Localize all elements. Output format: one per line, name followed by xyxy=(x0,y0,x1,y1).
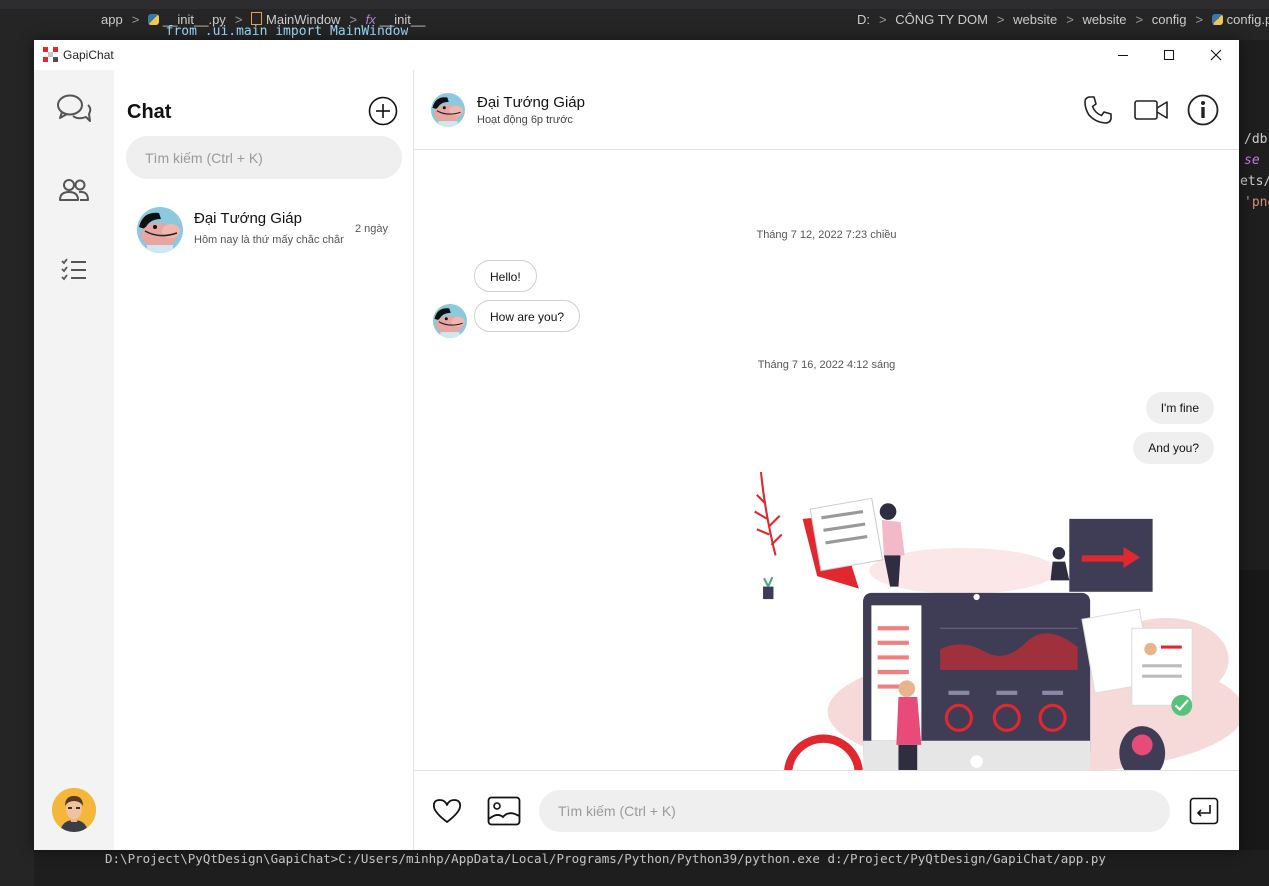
contact-avatar-image xyxy=(137,207,183,253)
ide-breadcrumb-right[interactable]: D: > CÔNG TY DOM > website > website > confi… xyxy=(857,12,1269,27)
profile-avatar[interactable] xyxy=(52,788,96,832)
enter-icon xyxy=(1189,797,1219,825)
ide-side-code-2: se xyxy=(1244,153,1260,168)
maximize-button[interactable] xyxy=(1146,40,1192,70)
conversation-preview: Hôm nay là thứ mấy chắc chắn xyxy=(194,234,344,246)
close-icon xyxy=(1210,49,1222,61)
nav-tasks-button[interactable] xyxy=(54,250,94,290)
dashboard-illustration xyxy=(754,472,1239,770)
crumb-drive[interactable]: D: xyxy=(857,12,870,27)
nav-rail xyxy=(34,70,114,850)
chat-list-panel: Chat Đại Tướng Giáp xyxy=(114,70,414,850)
crumb-company[interactable]: CÔNG TY DOM xyxy=(895,12,988,27)
video-call-button[interactable] xyxy=(1134,93,1168,127)
crumb-config-file[interactable]: config.py xyxy=(1227,12,1269,27)
crumb-website[interactable]: website xyxy=(1013,12,1057,27)
message-input[interactable] xyxy=(539,790,1170,832)
ide-code-line: from .ui.main import MainWindow xyxy=(150,24,409,38)
message-timestamp: Tháng 7 16, 2022 4:12 sáng xyxy=(757,359,896,371)
image-icon xyxy=(487,796,521,826)
contact-avatar xyxy=(137,207,183,253)
video-icon xyxy=(1134,100,1168,120)
contact-avatar-image xyxy=(433,304,467,338)
window-title: GapiChat xyxy=(63,48,114,62)
chat-list-title: Chat xyxy=(127,101,172,123)
voice-call-button[interactable] xyxy=(1081,93,1115,127)
header-contact-status: Hoạt động 6p trước xyxy=(477,114,573,126)
message-bubble-incoming[interactable]: How are you? xyxy=(474,300,581,332)
user-avatar xyxy=(52,788,96,832)
header-contact-name: Đại Tướng Giáp xyxy=(477,94,585,111)
conversation-info-button[interactable] xyxy=(1186,93,1220,127)
crumb-config[interactable]: config xyxy=(1152,12,1187,27)
checklist-icon xyxy=(61,258,86,281)
ide-panel xyxy=(1240,570,1269,886)
chat-bubbles-icon xyxy=(57,94,92,122)
crumb-app[interactable]: app xyxy=(101,12,123,27)
ide-right-editor xyxy=(1240,40,1269,570)
conversation-time: 2 ngày xyxy=(355,223,389,235)
ide-tab-strip xyxy=(0,0,1269,9)
conversation-list-item[interactable]: Đại Tướng Giáp Hôm nay là thứ mấy chắc c… xyxy=(114,196,413,266)
message-bubble-incoming[interactable]: Hello! xyxy=(474,260,537,292)
users-icon xyxy=(59,179,89,201)
gapichat-window: GapiChat Chat Tìm kiếm (Ctrl + K) Đại Tư… xyxy=(34,40,1239,850)
app-logo-icon xyxy=(43,47,58,62)
message-composer xyxy=(414,770,1239,851)
send-image-button[interactable] xyxy=(486,793,522,829)
maximize-icon xyxy=(1164,50,1174,60)
terminal-command: D:\Project\PyQtDesign\GapiChat>C:/Users/… xyxy=(105,851,1106,866)
ide-side-code-3: ets/( xyxy=(1240,174,1269,189)
chat-search-input[interactable] xyxy=(126,136,402,179)
message-sender-avatar xyxy=(433,304,467,338)
header-contact-avatar[interactable] xyxy=(431,93,465,127)
info-icon xyxy=(1187,94,1219,126)
crumb-website-sub[interactable]: website xyxy=(1082,12,1126,27)
message-bubble-outgoing[interactable]: And you? xyxy=(1133,432,1214,464)
nav-contacts-button[interactable] xyxy=(54,170,94,210)
minimize-button[interactable] xyxy=(1100,40,1146,70)
plus-circle-icon xyxy=(368,96,398,126)
conversation-name: Đại Tướng Giáp xyxy=(194,210,302,227)
ide-side-code-4: 'png xyxy=(1244,195,1269,210)
ide-side-code-1: /db xyxy=(1244,132,1268,147)
close-button[interactable] xyxy=(1193,40,1239,70)
message-bubble-outgoing[interactable]: I'm fine xyxy=(1145,392,1214,424)
message-timestamp: Tháng 7 12, 2022 7:23 chiều xyxy=(756,229,897,241)
contact-avatar-image xyxy=(431,93,465,127)
title-bar: GapiChat xyxy=(34,40,1239,70)
message-list: Tháng 7 12, 2022 7:23 chiều Hello! How a… xyxy=(414,150,1239,770)
nav-chat-button[interactable] xyxy=(54,90,94,130)
phone-icon xyxy=(1084,96,1112,124)
new-chat-button[interactable] xyxy=(368,96,398,126)
like-button[interactable] xyxy=(429,793,465,829)
python-file-icon xyxy=(1211,14,1223,25)
heart-icon xyxy=(432,799,462,823)
conversation-header: Đại Tướng Giáp Hoạt động 6p trước xyxy=(414,70,1239,150)
minimize-icon xyxy=(1118,55,1128,56)
conversation-panel: Đại Tướng Giáp Hoạt động 6p trước Tháng … xyxy=(414,70,1239,850)
ide-left-gutter xyxy=(0,40,34,886)
send-button[interactable] xyxy=(1186,793,1222,829)
